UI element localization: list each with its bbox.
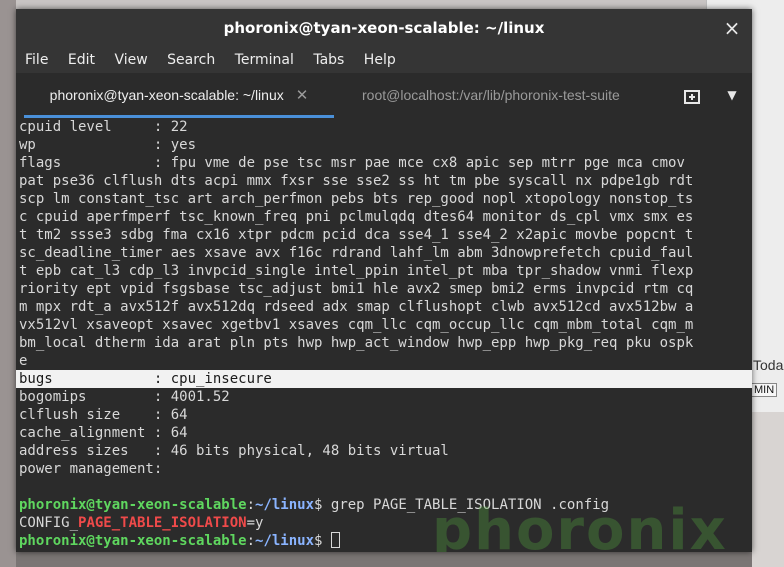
tab-close-icon[interactable]: ✕ bbox=[296, 87, 309, 104]
terminal-line: vx512vl xsaveopt xsavec xgetbv1 xsaves c… bbox=[19, 317, 694, 333]
cpuinfo-tail: bogomips : 4001.52 clflush size : 64 cache… bbox=[16, 388, 752, 478]
prompt-path: ~/linux bbox=[255, 533, 315, 549]
tab-label: phoronix@tyan-xeon-scalable: ~/linux bbox=[49, 87, 284, 103]
terminal-line: m mpx rdt_a avx512f avx512dq rdseed adx … bbox=[19, 299, 694, 315]
terminal-line: bogomips : 4001.52 bbox=[19, 389, 230, 405]
terminal-line: t tm2 ssse3 sdbg fma cx16 xtpr pdcm pcid… bbox=[19, 227, 694, 243]
terminal-line: address sizes : 46 bits physical, 48 bit… bbox=[19, 443, 449, 459]
terminal-line: cache_alignment : 64 bbox=[19, 425, 188, 441]
menu-search[interactable]: Search bbox=[161, 47, 221, 73]
text-cursor[interactable] bbox=[330, 532, 340, 548]
terminal-output[interactable]: cpuid level : 22 wp : yes flags : fpu vme … bbox=[16, 118, 752, 552]
desktop-left bbox=[0, 0, 16, 567]
close-icon[interactable]: × bbox=[722, 9, 742, 47]
terminal-line: t epb cat_l3 cdp_l3 invpcid_single intel… bbox=[19, 263, 694, 279]
terminal-line: flags : fpu vme de pse tsc msr pae mce c… bbox=[19, 155, 685, 171]
output-prefix: CONFIG_ bbox=[19, 515, 79, 531]
cpuinfo-block: cpuid level : 22 wp : yes flags : fpu vme … bbox=[16, 118, 752, 370]
tab-menu-icon[interactable]: ▼ bbox=[718, 73, 746, 118]
output-suffix: =y bbox=[246, 515, 264, 531]
terminal-line: riority ept vpid fsgsbase tsc_adjust bmi… bbox=[19, 281, 694, 297]
background-window-badge: MIN bbox=[751, 383, 778, 397]
menu-bar: File Edit View Search Terminal Tabs Help bbox=[16, 47, 752, 73]
tab-phoronix[interactable]: phoronix@tyan-xeon-scalable: ~/linux ✕ bbox=[24, 73, 334, 118]
menu-terminal[interactable]: Terminal bbox=[229, 47, 300, 73]
prompt-user: phoronix@tyan-xeon-scalable bbox=[19, 533, 247, 549]
terminal-window: phoronix@tyan-xeon-scalable: ~/linux × F… bbox=[16, 9, 752, 552]
prompt-path: ~/linux bbox=[255, 497, 315, 513]
terminal-line: cpuid level : 22 bbox=[19, 119, 188, 135]
menu-file[interactable]: File bbox=[19, 47, 54, 73]
phoronix-watermark-logo: phoronix bbox=[432, 498, 728, 553]
menu-edit[interactable]: Edit bbox=[62, 47, 101, 73]
new-tab-icon[interactable] bbox=[678, 73, 706, 118]
title-bar[interactable]: phoronix@tyan-xeon-scalable: ~/linux × bbox=[16, 9, 752, 47]
bugs-line: bugs : cpu_insecure bbox=[16, 370, 752, 388]
prompt-user: phoronix@tyan-xeon-scalable bbox=[19, 497, 247, 513]
menu-tabs[interactable]: Tabs bbox=[307, 47, 350, 73]
tab-root[interactable]: root@localhost:/var/lib/phoronix-test-su… bbox=[356, 73, 662, 118]
menu-view[interactable]: View bbox=[108, 47, 153, 73]
terminal-line: sc_deadline_timer aes xsave avx f16c rdr… bbox=[19, 245, 694, 261]
terminal-line: wp : yes bbox=[19, 137, 197, 153]
terminal-line: pat pse36 clflush dts acpi mmx fxsr sse … bbox=[19, 173, 694, 189]
terminal-line: c cpuid aperfmperf tsc_known_freq pni pc… bbox=[19, 209, 694, 225]
tab-bar: phoronix@tyan-xeon-scalable: ~/linux ✕ ro… bbox=[16, 73, 752, 119]
window-title: phoronix@tyan-xeon-scalable: ~/linux bbox=[223, 19, 545, 37]
menu-help[interactable]: Help bbox=[358, 47, 402, 73]
terminal-line: bm_local dtherm ida arat pln pts hwp hwp… bbox=[19, 335, 694, 351]
terminal-line: clflush size : 64 bbox=[19, 407, 188, 423]
terminal-line: scp lm constant_tsc art arch_perfmon peb… bbox=[19, 191, 694, 207]
background-window-text: Toda bbox=[753, 357, 784, 373]
output-match: PAGE_TABLE_ISOLATION bbox=[78, 515, 247, 531]
terminal-line: e bbox=[19, 353, 28, 369]
terminal-line: power management: bbox=[19, 461, 163, 477]
tab-label: root@localhost:/var/lib/phoronix-test-su… bbox=[362, 87, 620, 103]
